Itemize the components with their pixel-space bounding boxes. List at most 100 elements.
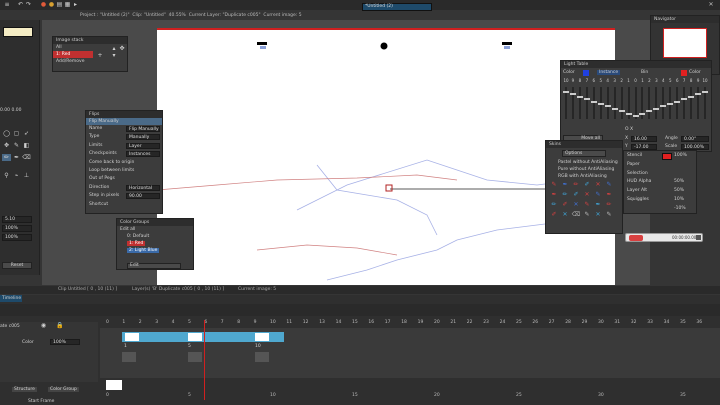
- redo-icon[interactable]: ↷: [25, 1, 32, 8]
- skin-brush-icon[interactable]: ✐: [582, 181, 592, 188]
- slider-knob[interactable]: [702, 91, 709, 93]
- stop-icon[interactable]: [696, 235, 701, 240]
- fill-tool-icon[interactable]: ◧: [22, 142, 31, 149]
- slider-knob[interactable]: [590, 100, 597, 103]
- grey-cell[interactable]: [188, 352, 202, 362]
- size-field[interactable]: 5.10: [2, 216, 32, 223]
- flips-row[interactable]: Name Flip Manually: [86, 125, 162, 133]
- layers-icon[interactable]: ▤: [56, 1, 63, 8]
- x-field[interactable]: 16.00: [631, 136, 657, 142]
- stencil-row[interactable]: -10%: [624, 205, 696, 214]
- stencil-row[interactable]: Squiggles 10%: [624, 196, 696, 205]
- opacity-slider[interactable]: [632, 87, 639, 119]
- opacity-slider[interactable]: [597, 87, 604, 119]
- flips-selected[interactable]: Flip Manually: [86, 118, 162, 125]
- stencil-row[interactable]: Layer Alt 50%: [624, 187, 696, 196]
- color-swatch-red[interactable]: [681, 70, 687, 76]
- skin-brush-icon[interactable]: ✕: [560, 211, 570, 218]
- flow-field[interactable]: 100%: [2, 234, 32, 241]
- color-group-item[interactable]: 1: Red: [117, 240, 193, 247]
- angle-field[interactable]: 0.00°: [681, 136, 709, 142]
- slider-knob[interactable]: [625, 112, 632, 115]
- color-wheel-icon[interactable]: ●: [48, 1, 55, 8]
- skin-item[interactable]: Pure without AntiAliasing: [546, 166, 622, 173]
- flips-row[interactable]: Limits Layer: [86, 142, 162, 150]
- flips-row-value[interactable]: Instances: [126, 151, 160, 158]
- record-button[interactable]: [629, 235, 643, 241]
- move-icon[interactable]: ✥: [119, 45, 125, 52]
- flips-row[interactable]: Come back to origin: [86, 159, 162, 167]
- add-icon[interactable]: +: [97, 52, 103, 59]
- color-groups-edit-all[interactable]: Edit all: [117, 226, 193, 233]
- skin-brush-icon[interactable]: ✏: [549, 201, 559, 208]
- image-stack-item[interactable]: Add/Remove: [53, 58, 93, 65]
- slider-knob[interactable]: [653, 107, 660, 110]
- pencil-tool-icon[interactable]: ✏: [2, 154, 11, 161]
- opacity-slider[interactable]: [604, 87, 611, 119]
- opacity-slider[interactable]: [660, 87, 667, 119]
- play-icon[interactable]: ▸: [72, 1, 79, 8]
- stencil-row[interactable]: Stencil 100%: [624, 152, 696, 161]
- flips-row-value[interactable]: 90.00: [126, 193, 160, 200]
- stencil-row[interactable]: Paper: [624, 161, 696, 170]
- color-groups-edit-button[interactable]: Edit: [127, 263, 181, 269]
- pen-tool-icon[interactable]: ✒: [12, 154, 21, 161]
- flips-row[interactable]: Loop between limits: [86, 167, 162, 175]
- stencil-row[interactable]: HUD Alpha 50%: [624, 178, 696, 187]
- clip-thumbnail[interactable]: [106, 380, 122, 390]
- menu-icon[interactable]: ≡: [3, 1, 11, 8]
- skin-brush-icon[interactable]: ✎: [604, 211, 614, 218]
- opacity-slider[interactable]: [569, 87, 576, 119]
- flips-row[interactable]: Type Manually: [86, 133, 162, 141]
- slider-knob[interactable]: [618, 110, 625, 113]
- smudge-tool-icon[interactable]: ⌁: [12, 172, 21, 179]
- flips-row-value[interactable]: Horizontal: [126, 184, 160, 191]
- opacity-slider[interactable]: [653, 87, 660, 119]
- slider-knob[interactable]: [632, 115, 639, 117]
- lasso-tool-icon[interactable]: ➶: [22, 130, 31, 137]
- slider-knob[interactable]: [576, 95, 583, 98]
- image-stack-item[interactable]: All: [53, 44, 93, 51]
- skins-options-button[interactable]: Options: [562, 150, 606, 157]
- flips-row-value[interactable]: Flip Manually: [126, 126, 160, 132]
- image-stack-item[interactable]: 1: Red: [53, 51, 93, 58]
- picker-tool-icon[interactable]: ⚲: [2, 172, 11, 179]
- undo-icon[interactable]: ↶: [17, 1, 24, 8]
- skin-brush-icon[interactable]: ✒: [604, 191, 614, 198]
- stencil-color-swatch[interactable]: [662, 153, 672, 160]
- flips-row[interactable]: Step in pixels 90.00: [86, 192, 162, 200]
- slider-knob[interactable]: [646, 110, 653, 113]
- eye-icon[interactable]: ◉: [40, 322, 47, 329]
- cell-thumbnail[interactable]: [125, 333, 139, 341]
- skin-brush-icon[interactable]: ✏: [571, 181, 581, 188]
- grey-cell[interactable]: [255, 352, 269, 362]
- skin-brush-icon[interactable]: ✎: [593, 191, 603, 198]
- color-swatch-blue[interactable]: [583, 70, 589, 76]
- slider-knob[interactable]: [681, 98, 688, 101]
- palette-icon[interactable]: ●: [40, 1, 47, 8]
- arrow-down-icon[interactable]: ▾: [111, 52, 117, 59]
- opacity-slider[interactable]: [576, 87, 583, 119]
- grey-cell[interactable]: [122, 352, 136, 362]
- opacity-field[interactable]: 100%: [2, 225, 32, 232]
- ellipse-tool-icon[interactable]: ◯: [2, 130, 11, 137]
- eraser-tool-icon[interactable]: ⌫: [22, 154, 31, 161]
- slider-knob[interactable]: [604, 105, 611, 108]
- tab-color-group[interactable]: Color Group: [48, 387, 79, 392]
- flips-row[interactable]: Checkpoints Instances: [86, 150, 162, 158]
- flips-row[interactable]: Out of Pegs: [86, 175, 162, 183]
- skin-brush-icon[interactable]: ✐: [549, 211, 559, 218]
- cell-thumbnail[interactable]: [255, 333, 269, 341]
- rect-tool-icon[interactable]: ▢: [12, 130, 21, 137]
- opacity-slider[interactable]: [611, 87, 618, 119]
- opacity-slider[interactable]: [625, 87, 632, 119]
- skin-brush-icon[interactable]: ✎: [582, 211, 592, 218]
- slider-knob[interactable]: [611, 107, 618, 110]
- current-color-swatch[interactable]: [3, 27, 33, 37]
- opacity-slider[interactable]: [681, 87, 688, 119]
- opacity-slider[interactable]: [639, 87, 646, 119]
- grid-icon[interactable]: ▦: [64, 1, 71, 8]
- skin-brush-icon[interactable]: ✎: [604, 181, 614, 188]
- skin-brush-icon[interactable]: ✒: [549, 191, 559, 198]
- flips-row-value[interactable]: Layer: [126, 142, 160, 149]
